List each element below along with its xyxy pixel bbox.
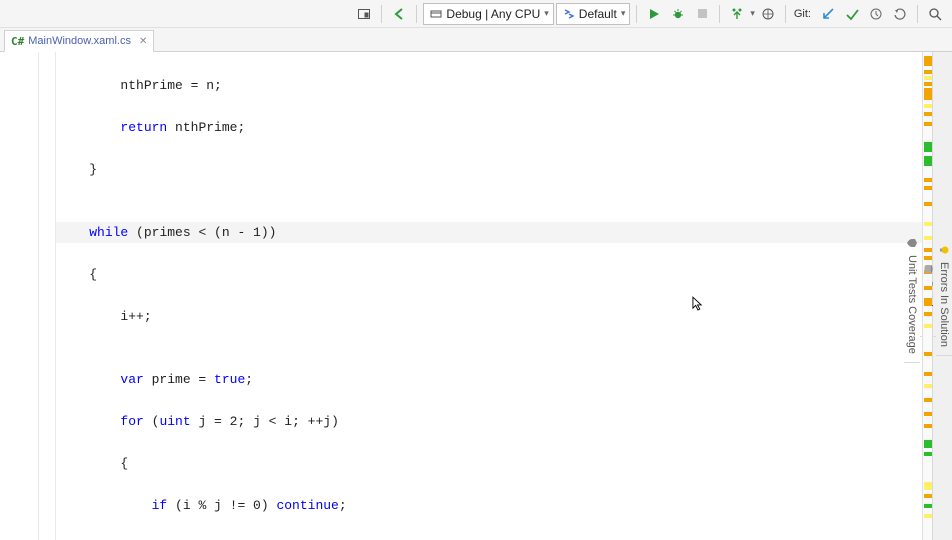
chevron-down-icon[interactable]: ▾ bbox=[750, 8, 755, 19]
database-icon bbox=[922, 263, 934, 275]
toolbar: Debug | Any CPU ▾ Default ▾ ▾ Git: bbox=[0, 0, 952, 28]
tab-bar: C# MainWindow.xaml.cs ✕ bbox=[0, 28, 952, 52]
git-commit-icon[interactable] bbox=[841, 3, 863, 25]
pane-errors[interactable]: Errors In Solution bbox=[936, 236, 952, 356]
build-icon[interactable] bbox=[726, 3, 748, 25]
runner-label: Default bbox=[579, 7, 617, 21]
tool-tabs: Errors In Solution Database Unit Tests C… bbox=[932, 52, 952, 540]
tab-filename: MainWindow.xaml.cs bbox=[28, 35, 131, 47]
separator bbox=[381, 5, 382, 23]
csharp-badge: C# bbox=[11, 35, 24, 48]
chevron-down-icon: ▾ bbox=[621, 8, 626, 19]
git-revert-icon[interactable] bbox=[889, 3, 911, 25]
editor-gutter[interactable] bbox=[0, 52, 56, 540]
git-history-icon[interactable] bbox=[865, 3, 887, 25]
lightbulb-icon bbox=[938, 244, 950, 256]
git-label: Git: bbox=[792, 8, 815, 20]
separator bbox=[785, 5, 786, 23]
chevron-down-icon: ▾ bbox=[544, 8, 549, 19]
separator bbox=[636, 5, 637, 23]
build-config-combo[interactable]: Debug | Any CPU ▾ bbox=[423, 3, 553, 25]
stop-icon[interactable] bbox=[691, 3, 713, 25]
build-config-label: Debug | Any CPU bbox=[446, 7, 540, 21]
separator bbox=[416, 5, 417, 23]
search-icon[interactable] bbox=[924, 3, 946, 25]
layout-icon[interactable] bbox=[353, 3, 375, 25]
publish-icon[interactable] bbox=[757, 3, 779, 25]
runner-combo[interactable]: Default ▾ bbox=[556, 3, 631, 25]
undo-reload-icon[interactable] bbox=[388, 3, 410, 25]
pane-errors-label: Errors In Solution bbox=[938, 262, 950, 347]
code-editor[interactable]: nthPrime = n; return nthPrime; } while (… bbox=[56, 52, 922, 540]
overview-ruler[interactable] bbox=[922, 52, 932, 540]
pane-coverage-label: Unit Tests Coverage bbox=[906, 255, 918, 354]
close-icon[interactable]: ✕ bbox=[139, 36, 147, 47]
separator bbox=[719, 5, 720, 23]
separator bbox=[917, 5, 918, 23]
current-line: while (primes < (n - 1)) bbox=[56, 222, 922, 243]
tab-mainwindow[interactable]: C# MainWindow.xaml.cs ✕ bbox=[4, 30, 154, 52]
shield-icon bbox=[906, 237, 918, 249]
debug-icon[interactable] bbox=[667, 3, 689, 25]
pane-coverage[interactable]: Unit Tests Coverage bbox=[904, 229, 920, 363]
run-icon[interactable] bbox=[643, 3, 665, 25]
editor-area: nthPrime = n; return nthPrime; } while (… bbox=[0, 52, 922, 540]
git-update-icon[interactable] bbox=[817, 3, 839, 25]
right-rail: Errors In Solution Database Unit Tests C… bbox=[922, 52, 952, 540]
